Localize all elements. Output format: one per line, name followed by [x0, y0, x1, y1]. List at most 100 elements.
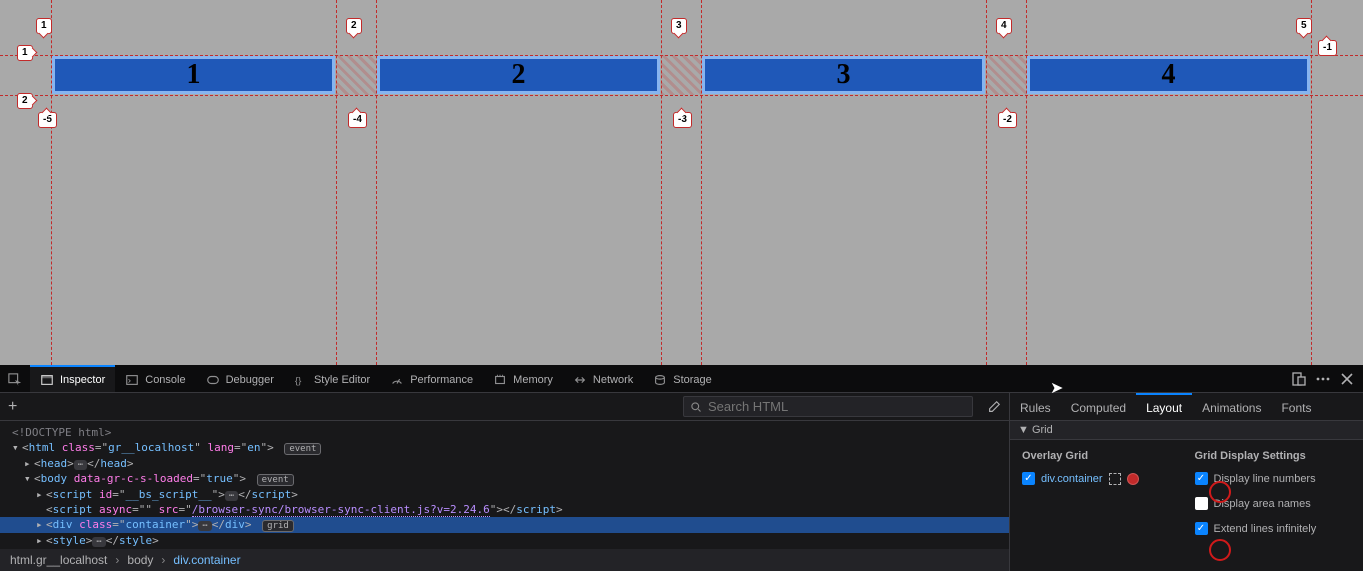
tree-body[interactable]: ▾<body data-gr-c-s-loaded="true"> event — [0, 471, 1009, 487]
tab-storage[interactable]: Storage — [643, 365, 722, 392]
markup-tree[interactable]: <!DOCTYPE html> ▾<html class="gr__localh… — [0, 421, 1009, 549]
pick-element-button[interactable] — [0, 365, 30, 392]
side-tab-animations[interactable]: Animations — [1192, 393, 1271, 420]
memory-icon — [493, 373, 507, 387]
grid-accordion-header[interactable]: ▼ Grid — [1010, 421, 1363, 440]
crumb-html[interactable]: html.gr__localhost — [10, 553, 107, 567]
tab-label: Memory — [513, 374, 553, 386]
grid-row-label-pos-1: 1 — [17, 45, 33, 61]
tab-memory[interactable]: Memory — [483, 365, 563, 392]
side-tab-rules[interactable]: Rules — [1010, 393, 1061, 420]
search-html-input[interactable] — [708, 399, 966, 414]
tree-html[interactable]: ▾<html class="gr__localhost" lang="en"> … — [0, 440, 1009, 456]
checkbox-line-numbers[interactable] — [1195, 472, 1208, 485]
grid-item-label: 1 — [187, 59, 201, 91]
element-picker-icon — [8, 373, 22, 387]
tab-label: Inspector — [60, 374, 105, 386]
close-icon[interactable] — [1339, 371, 1355, 387]
checkbox-area-names[interactable] — [1195, 497, 1208, 510]
svg-text:{}: {} — [295, 375, 302, 386]
style-editor-icon: {} — [294, 373, 308, 387]
tab-label: Debugger — [226, 374, 274, 386]
grid-col-label-pos-1: 1 — [36, 18, 52, 34]
chevron-right-icon: › — [161, 553, 165, 567]
side-tab-computed[interactable]: Computed — [1061, 393, 1136, 420]
grid-gap-1 — [336, 55, 376, 95]
grid-pane: Overlay Grid div.container Grid Display … — [1010, 440, 1363, 557]
grid-settings-column: Grid Display Settings Display line numbe… — [1195, 450, 1352, 547]
meatball-menu-icon[interactable] — [1315, 371, 1331, 387]
tree-script-2[interactable]: <script async="" src="/browser-sync/brow… — [0, 502, 1009, 517]
devtools-panel: Inspector Console Debugger {} Style Edit… — [0, 365, 1363, 571]
tree-div-container[interactable]: ▸<div class="container">⋯</div> grid — [0, 517, 1009, 533]
grid-item-label: 4 — [1162, 59, 1176, 91]
grid-item-3: 3 — [702, 56, 985, 94]
grid-item-4: 4 — [1027, 56, 1310, 94]
tree-script-1[interactable]: ▸<script id="__bs_script__">⋯</script> — [0, 487, 1009, 502]
tab-performance[interactable]: Performance — [380, 365, 483, 392]
badge-event[interactable]: event — [284, 443, 321, 455]
tab-label: Storage — [673, 374, 712, 386]
side-tab-layout[interactable]: Layout — [1136, 393, 1192, 420]
grid-col-label-pos-3: 3 — [671, 18, 687, 34]
network-icon — [573, 373, 587, 387]
grid-col-label-neg-3: -3 — [673, 112, 692, 128]
responsive-mode-icon[interactable] — [1291, 371, 1307, 387]
search-icon — [690, 401, 702, 413]
badge-event[interactable]: event — [257, 474, 294, 486]
sidebar-tabs: Rules Computed Layout Animations Fonts — [1010, 393, 1363, 421]
tree-doctype[interactable]: <!DOCTYPE html> — [0, 425, 1009, 440]
tab-debugger[interactable]: Debugger — [196, 365, 284, 392]
tree-style[interactable]: ▸<style>⋯</style> — [0, 533, 1009, 548]
chevron-right-icon: › — [115, 553, 119, 567]
tab-inspector[interactable]: Inspector — [30, 365, 115, 392]
markup-header: + — [0, 393, 1009, 421]
toolbox-tabs: Inspector Console Debugger {} Style Edit… — [0, 365, 1363, 393]
opt-label: Display area names — [1214, 498, 1311, 510]
opt-label: Extend lines infinitely — [1214, 523, 1317, 535]
grid-col-label-neg-5: -1 — [1318, 40, 1337, 56]
tab-network[interactable]: Network — [563, 365, 643, 392]
grid-col-label-neg-4: -2 — [998, 112, 1017, 128]
markup-panel: + <!DOCTYPE html> ▾<html class="gr__loca… — [0, 393, 1010, 571]
tab-style-editor[interactable]: {} Style Editor — [284, 365, 380, 392]
color-swatch[interactable] — [1127, 473, 1139, 485]
grid-col-label-pos-2: 2 — [346, 18, 362, 34]
page-viewport: 1 2 3 4 1 2 3 4 5 -5 -4 -3 -2 -1 1 2 — [0, 0, 1363, 365]
inspector-icon — [40, 373, 54, 387]
eyedropper-icon[interactable] — [987, 400, 1001, 414]
grid-item-label: 3 — [837, 59, 851, 91]
opt-display-line-numbers[interactable]: Display line numbers — [1195, 472, 1352, 485]
tree-head[interactable]: ▸<head>⋯</head> — [0, 456, 1009, 471]
side-tab-fonts[interactable]: Fonts — [1271, 393, 1321, 420]
grid-row-label-pos-2: 2 — [17, 93, 33, 109]
overlay-grid-header: Overlay Grid — [1022, 450, 1179, 462]
tab-console[interactable]: Console — [115, 365, 195, 392]
tab-label: Performance — [410, 374, 473, 386]
overlay-grid-column: Overlay Grid div.container — [1022, 450, 1179, 547]
grid-line-h-2 — [0, 95, 1363, 96]
overlay-grid-checkbox[interactable] — [1022, 472, 1035, 485]
checkbox-extend-lines[interactable] — [1195, 522, 1208, 535]
grid-item-1: 1 — [52, 56, 335, 94]
grid-col-label-neg-1: -5 — [38, 112, 57, 128]
search-html-wrap[interactable] — [683, 396, 973, 417]
opt-extend-lines[interactable]: Extend lines infinitely — [1195, 522, 1352, 535]
crumb-body[interactable]: body — [127, 553, 153, 567]
debugger-icon — [206, 373, 220, 387]
tab-label: Network — [593, 374, 633, 386]
grid-item-label: 2 — [512, 59, 526, 91]
storage-icon — [653, 373, 667, 387]
console-icon — [125, 373, 139, 387]
grid-gap-3 — [986, 55, 1026, 95]
grid-settings-header: Grid Display Settings — [1195, 450, 1352, 462]
scroll-into-view-icon[interactable] — [1109, 473, 1121, 485]
grid-item-2: 2 — [377, 56, 660, 94]
opt-display-area-names[interactable]: Display area names — [1195, 497, 1352, 510]
opt-label: Display line numbers — [1214, 473, 1316, 485]
tab-label: Console — [145, 374, 185, 386]
crumb-div[interactable]: div.container — [173, 553, 240, 567]
overlay-grid-item[interactable]: div.container — [1022, 472, 1179, 485]
add-element-button[interactable]: + — [8, 398, 17, 416]
badge-grid[interactable]: grid — [262, 520, 294, 532]
